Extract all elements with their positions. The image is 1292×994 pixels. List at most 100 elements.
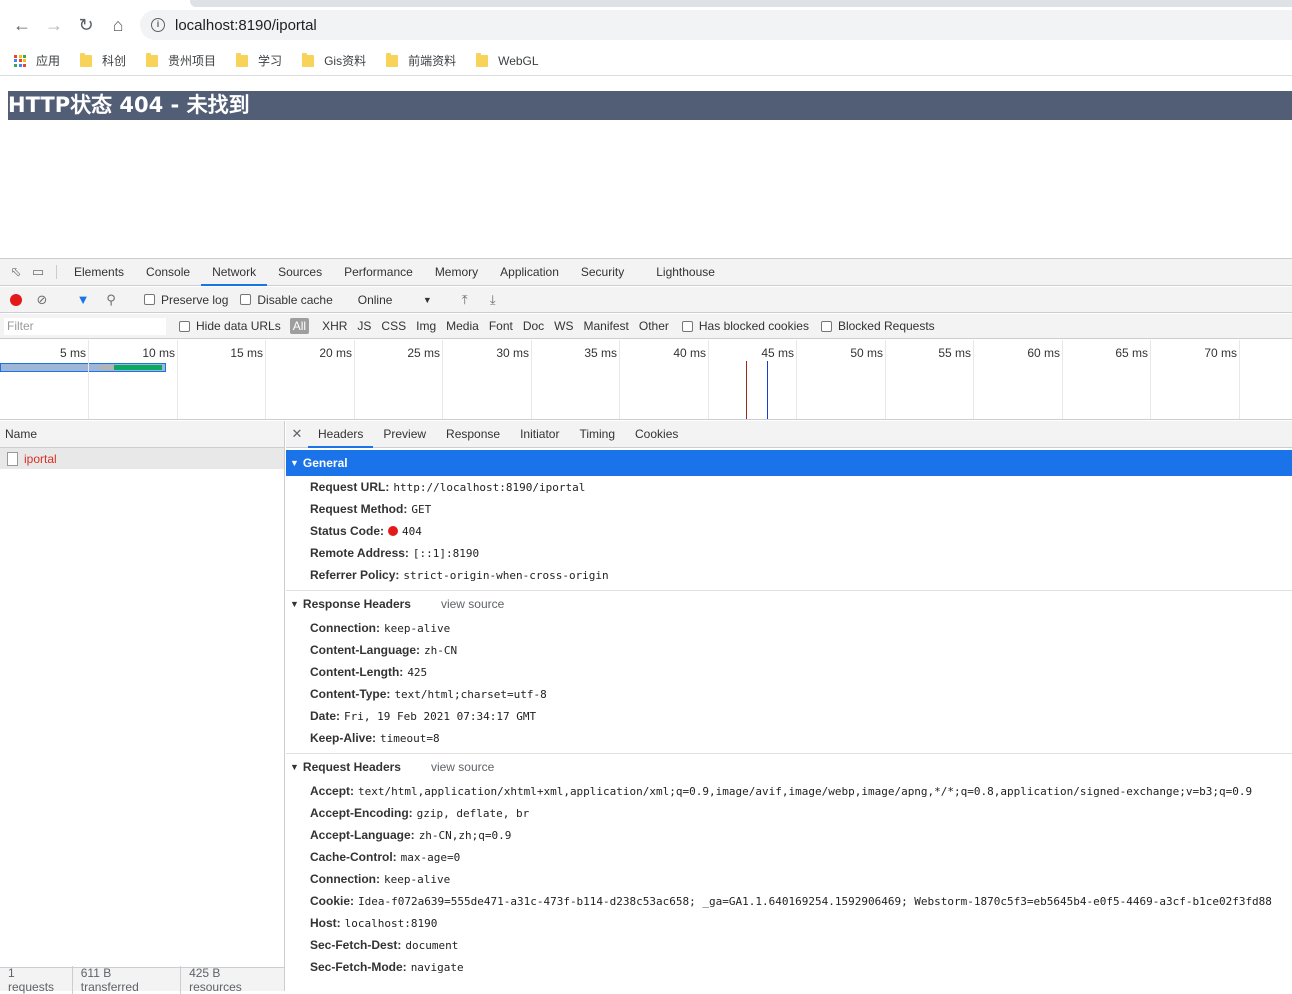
header-key: Remote Address: xyxy=(310,546,409,560)
tab-timing[interactable]: Timing xyxy=(569,421,625,447)
tab-console[interactable]: Console xyxy=(135,259,201,285)
type-filter-all[interactable]: All xyxy=(289,318,310,334)
tab-elements[interactable]: Elements xyxy=(63,259,135,285)
tab-network[interactable]: Network xyxy=(201,259,268,286)
chevron-down-icon: ▼ xyxy=(422,294,432,305)
network-toolbar: ⊘ ▼ ⚲ Preserve log Disable cache Online ▼… xyxy=(0,287,1292,313)
import-har-icon[interactable]: ⤒ xyxy=(457,292,473,308)
inspect-element-icon[interactable]: ⬁ xyxy=(8,264,24,280)
timeline-tick xyxy=(885,340,886,419)
type-filter-img[interactable]: Img xyxy=(414,318,438,334)
tab-headers[interactable]: Headers xyxy=(308,421,374,448)
bookmark-folder[interactable]: 前端资料 xyxy=(386,52,456,69)
checkbox-box[interactable] xyxy=(179,320,190,332)
header-value: text/html,application/xhtml+xml,applicat… xyxy=(358,785,1253,798)
throttle-select[interactable]: Online ▼ xyxy=(358,293,432,307)
tab-lighthouse[interactable]: Lighthouse xyxy=(645,259,726,285)
type-filter-xhr[interactable]: XHR xyxy=(320,318,349,334)
general-section-header[interactable]: ▼ General xyxy=(286,450,1292,476)
type-filter-font[interactable]: Font xyxy=(487,318,515,334)
tab-application[interactable]: Application xyxy=(489,259,570,285)
checkbox-box[interactable] xyxy=(820,320,832,332)
timeline-tick-label: 65 ms xyxy=(1115,346,1148,360)
blocked-requests-checkbox[interactable]: Blocked Requests xyxy=(820,319,935,333)
timeline-tick-label: 10 ms xyxy=(142,346,175,360)
timeline-tick-label: 70 ms xyxy=(1204,346,1237,360)
bookmark-label: 应用 xyxy=(36,54,61,68)
info-icon[interactable]: i xyxy=(151,18,165,32)
response-headers-section-header[interactable]: ▼ Response Headers view source xyxy=(286,591,1292,617)
device-toolbar-icon[interactable]: ▭ xyxy=(30,264,46,280)
tab-security[interactable]: Security xyxy=(570,259,635,285)
header-row: Connection: keep-alive xyxy=(286,617,1292,639)
forward-arrow-icon[interactable]: → xyxy=(42,13,66,37)
bookmark-folder[interactable]: Gis资料 xyxy=(302,52,366,69)
checkbox-box[interactable] xyxy=(144,294,155,305)
type-filter-other[interactable]: Other xyxy=(637,318,671,334)
close-icon[interactable]: ✕ xyxy=(286,421,308,447)
bookmark-apps[interactable]: 应用 xyxy=(14,52,60,69)
browser-toolbar: ← → ↻ ⌂ i localhost:8190/iportal xyxy=(0,0,1292,46)
header-row: Content-Type: text/html;charset=utf-8 xyxy=(286,683,1292,705)
tab-preview[interactable]: Preview xyxy=(373,421,436,447)
name-column-header[interactable]: Name xyxy=(0,421,284,448)
tab-response[interactable]: Response xyxy=(436,421,510,447)
header-key: Connection: xyxy=(310,872,380,886)
tab-strip xyxy=(0,0,1292,7)
bookmark-folder[interactable]: WebGL xyxy=(476,52,539,68)
has-blocked-cookies-checkbox[interactable]: Has blocked cookies xyxy=(681,319,809,333)
request-headers-section-header[interactable]: ▼ Request Headers view source xyxy=(286,754,1292,780)
tab-memory[interactable]: Memory xyxy=(424,259,489,285)
view-source-link[interactable]: view source xyxy=(431,760,494,774)
back-arrow-icon[interactable]: ← xyxy=(10,13,34,37)
timeline-tick xyxy=(88,340,89,419)
bookmark-folder[interactable]: 贵州项目 xyxy=(146,52,216,69)
timeline-tick xyxy=(973,340,974,419)
export-har-icon[interactable]: ⤓ xyxy=(485,292,501,308)
header-row: Referrer Policy: strict-origin-when-cross… xyxy=(286,564,1292,586)
address-bar[interactable]: i localhost:8190/iportal xyxy=(140,10,1292,40)
header-row: Cache-Control: max-age=0 xyxy=(286,846,1292,868)
header-value: localhost:8190 xyxy=(344,917,438,930)
timeline-tick-label: 35 ms xyxy=(584,346,617,360)
view-source-link[interactable]: view source xyxy=(441,597,504,611)
bookmark-folder[interactable]: 学习 xyxy=(236,52,282,69)
tab-cookies[interactable]: Cookies xyxy=(625,421,688,447)
type-filter-doc[interactable]: Doc xyxy=(521,318,546,334)
type-filter-media[interactable]: Media xyxy=(444,318,481,334)
tab-initiator[interactable]: Initiator xyxy=(510,421,569,447)
type-filter-ws[interactable]: WS xyxy=(552,318,575,334)
disable-cache-checkbox[interactable]: Disable cache xyxy=(240,293,333,307)
folder-icon xyxy=(146,52,159,67)
header-key: Content-Length: xyxy=(310,665,404,679)
search-icon[interactable]: ⚲ xyxy=(103,292,119,308)
clear-icon[interactable]: ⊘ xyxy=(34,292,50,308)
header-row: Accept-Language: zh-CN,zh;q=0.9 xyxy=(286,824,1292,846)
preserve-log-checkbox[interactable]: Preserve log xyxy=(144,293,228,307)
header-key: Accept-Encoding: xyxy=(310,806,413,820)
reload-icon[interactable]: ↻ xyxy=(74,13,98,37)
request-row[interactable]: iportal xyxy=(0,448,284,469)
checkbox-box[interactable] xyxy=(681,320,693,332)
tab-performance[interactable]: Performance xyxy=(333,259,424,285)
type-filter-manifest[interactable]: Manifest xyxy=(582,318,631,334)
folder-icon xyxy=(80,52,93,67)
timeline-tick xyxy=(177,340,178,419)
record-icon[interactable] xyxy=(10,293,22,306)
bookmark-folder[interactable]: 科创 xyxy=(80,52,126,69)
filter-bar: Filter Hide data URLs All XHR JS CSS Img… xyxy=(0,314,1292,339)
timeline-tick xyxy=(619,340,620,419)
filter-input[interactable]: Filter xyxy=(3,316,167,336)
request-header-rows: Accept: text/html,application/xhtml+xml,a… xyxy=(286,780,1292,978)
type-filter-css[interactable]: CSS xyxy=(379,318,408,334)
home-icon[interactable]: ⌂ xyxy=(106,13,130,37)
filter-icon[interactable]: ▼ xyxy=(75,292,91,308)
checkbox-box[interactable] xyxy=(240,294,252,305)
address-url[interactable]: localhost:8190/iportal xyxy=(175,17,317,34)
hide-data-urls-checkbox[interactable]: Hide data URLs xyxy=(179,319,281,333)
network-overview-timeline[interactable]: 5 ms 10 ms 15 ms 20 ms 25 ms 30 ms 35 ms 40 ms 4… xyxy=(0,340,1292,420)
tab-sources[interactable]: Sources xyxy=(267,259,333,285)
type-filter-js[interactable]: JS xyxy=(355,318,373,334)
bookmark-label: 学习 xyxy=(258,54,283,68)
request-name[interactable]: iportal xyxy=(24,452,57,466)
